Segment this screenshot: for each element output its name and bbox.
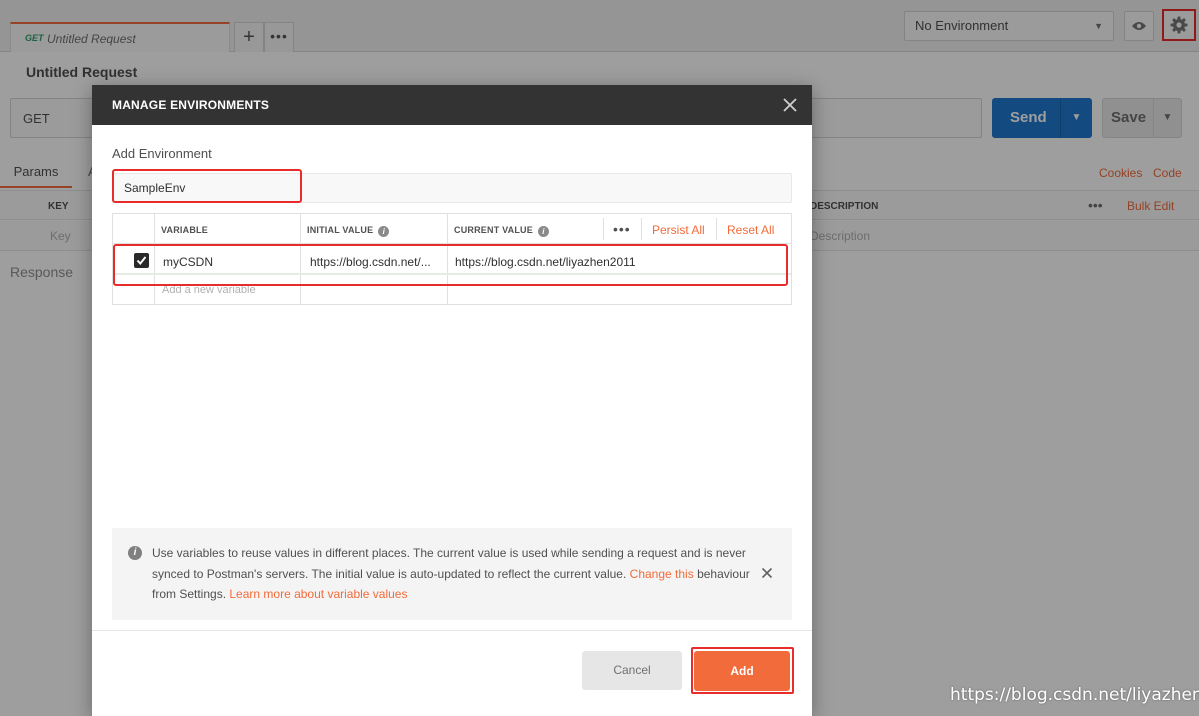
- variable-column-header: VARIABLE: [161, 225, 208, 235]
- change-settings-link[interactable]: Change this: [630, 567, 694, 581]
- close-icon[interactable]: [760, 566, 774, 580]
- add-environment-heading: Add Environment: [112, 146, 212, 161]
- highlight-box-add-button: [691, 647, 794, 694]
- close-icon[interactable]: [780, 95, 800, 115]
- highlight-box-env-name: [112, 169, 302, 203]
- watermark-text: https://blog.csdn.net/liyazhen2011: [950, 685, 1199, 705]
- dialog-footer-divider: [92, 630, 812, 631]
- notice-text: Use variables to reuse values in differe…: [152, 543, 752, 605]
- variables-table-header: VARIABLE INITIAL VALUE i CURRENT VALUE i •…: [113, 214, 791, 244]
- cancel-button[interactable]: Cancel: [582, 651, 682, 690]
- header-divider: [641, 218, 642, 240]
- learn-more-link[interactable]: Learn more about variable values: [229, 587, 407, 601]
- variables-info-notice: i Use variables to reuse values in diffe…: [112, 528, 792, 620]
- manage-environments-dialog: MANAGE ENVIRONMENTS Add Environment Samp…: [92, 85, 812, 716]
- dialog-title: MANAGE ENVIRONMENTS: [112, 98, 270, 112]
- initial-value-column-header: INITIAL VALUE i: [307, 225, 390, 237]
- dialog-header: MANAGE ENVIRONMENTS: [92, 85, 812, 125]
- header-divider: [716, 218, 717, 240]
- info-icon[interactable]: i: [378, 226, 390, 237]
- reset-all-link[interactable]: Reset All: [727, 223, 774, 237]
- info-icon[interactable]: i: [537, 226, 549, 237]
- info-icon: i: [128, 546, 142, 560]
- highlight-box-variable-row: [113, 244, 788, 286]
- variables-more-button[interactable]: •••: [613, 221, 631, 237]
- header-divider: [603, 218, 604, 240]
- current-value-header-label: CURRENT VALUE: [454, 225, 533, 235]
- persist-all-link[interactable]: Persist All: [652, 223, 705, 237]
- initial-value-header-label: INITIAL VALUE: [307, 225, 374, 235]
- current-value-column-header: CURRENT VALUE i: [454, 225, 549, 237]
